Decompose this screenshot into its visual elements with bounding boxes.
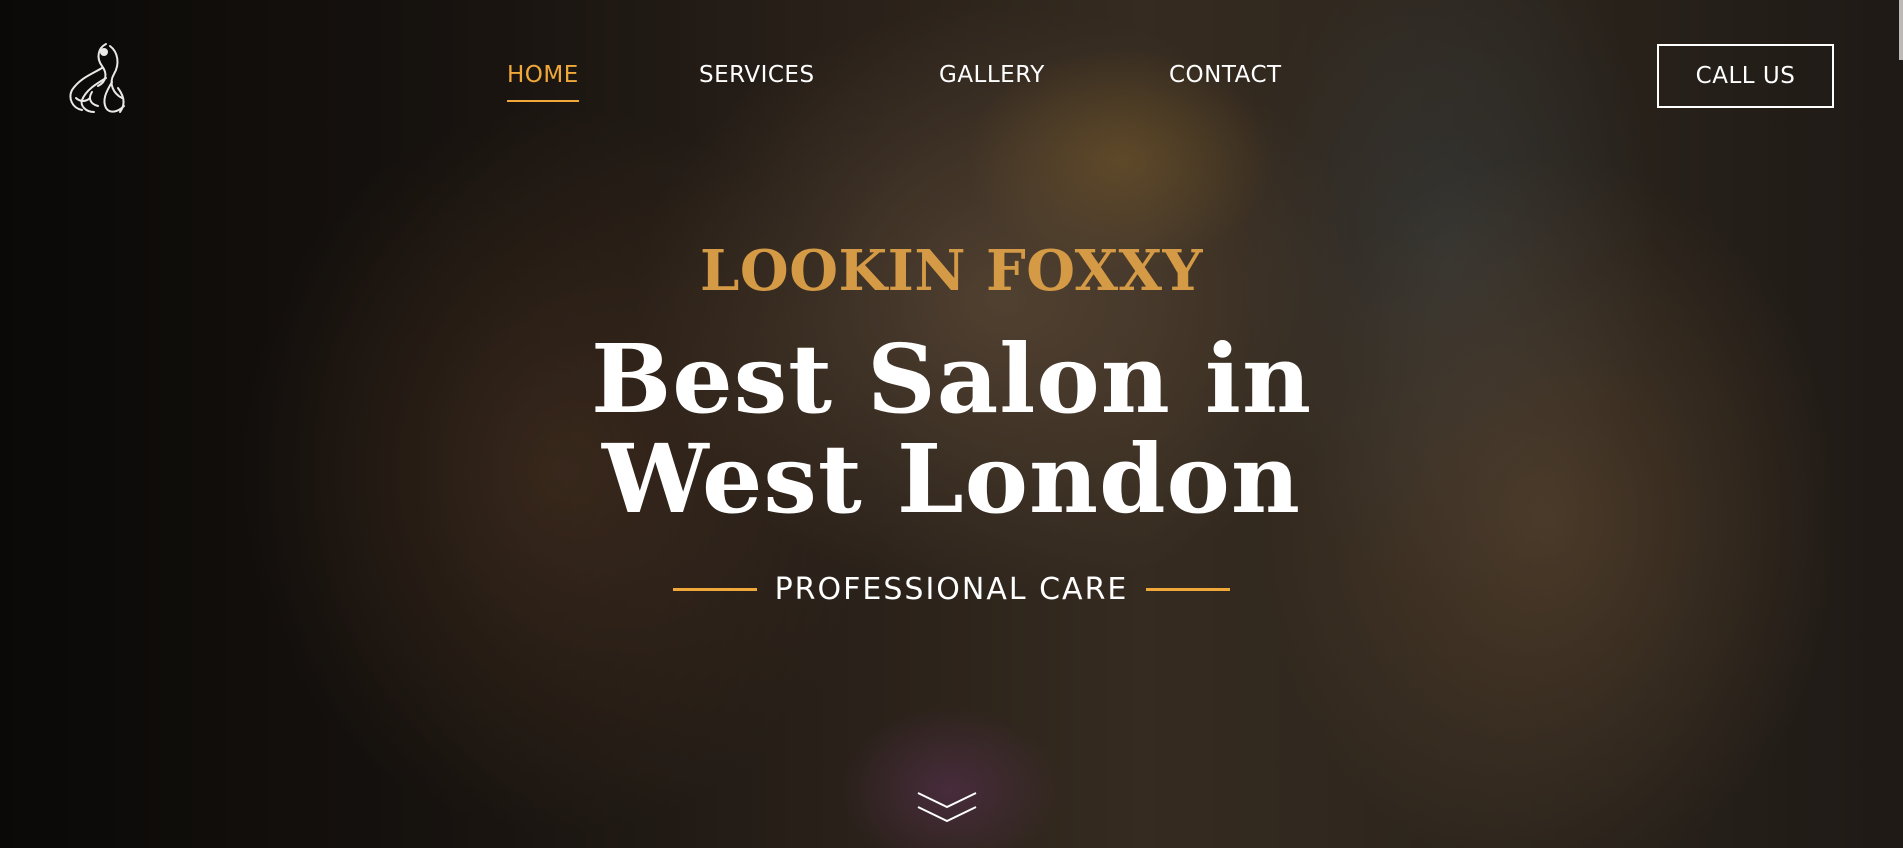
nav-gallery[interactable]: GALLERY: [939, 62, 1045, 100]
nav-home[interactable]: HOME: [507, 62, 579, 102]
scrollbar-thumb[interactable]: [1899, 0, 1903, 60]
call-us-button[interactable]: CALL US: [1657, 44, 1834, 108]
nav-contact[interactable]: CONTACT: [1169, 62, 1282, 100]
hero-headline: Best Salon in West London: [0, 330, 1903, 530]
tagline-divider-right: [1146, 588, 1231, 591]
tagline-row: PROFESSIONAL CARE: [0, 572, 1903, 607]
nav-services[interactable]: SERVICES: [699, 62, 815, 100]
hero-tagline: PROFESSIONAL CARE: [774, 572, 1129, 607]
main-nav: HOME SERVICES GALLERY CONTACT: [0, 62, 1903, 108]
headline-line-1: Best Salon in: [590, 324, 1313, 435]
tagline-divider-left: [672, 588, 757, 591]
double-chevron-down-icon[interactable]: [916, 790, 978, 826]
headline-line-2: West London: [602, 424, 1301, 535]
hero-kicker: LOOKIN FOXXY: [700, 238, 1203, 304]
